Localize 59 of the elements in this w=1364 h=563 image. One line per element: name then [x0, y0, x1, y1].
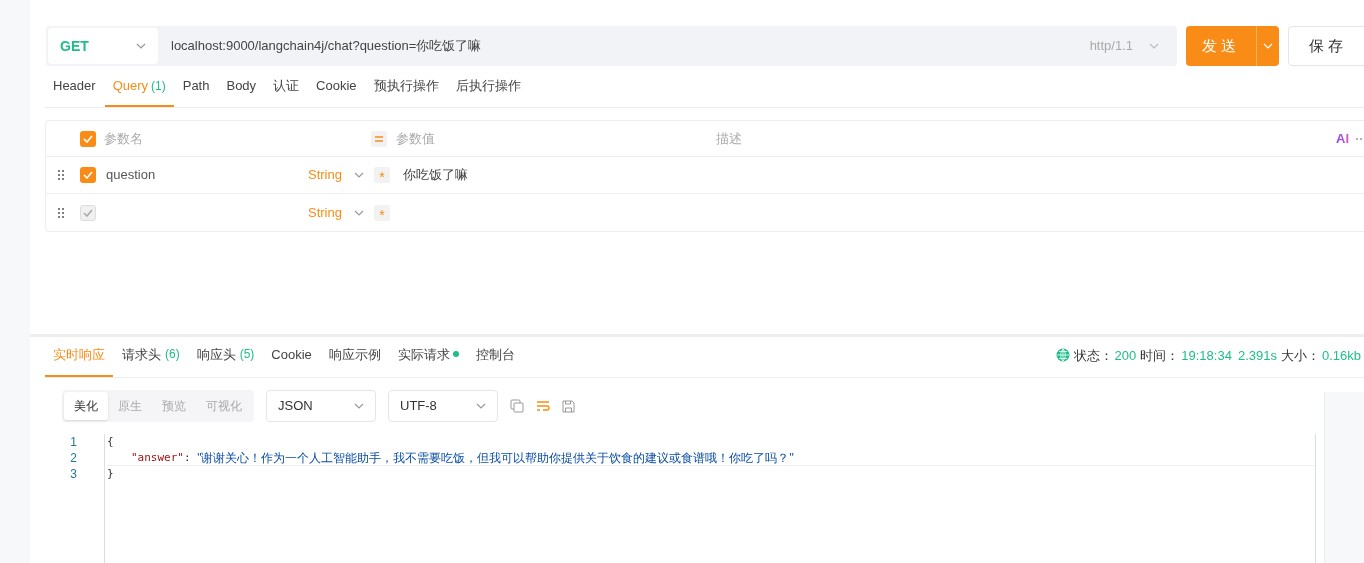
- bulk-edit-icon[interactable]: [371, 130, 387, 147]
- response-tab[interactable]: 请求头 (6): [114, 344, 188, 377]
- checkmark-icon: [83, 208, 93, 217]
- json-punctuation: :: [184, 450, 192, 465]
- drag-handle-icon[interactable]: [57, 170, 65, 180]
- request-tab[interactable]: Cookie: [308, 75, 365, 107]
- chevron-down-icon: [1149, 43, 1159, 49]
- status-code: 200: [1114, 346, 1137, 365]
- save-button[interactable]: 保存: [1288, 26, 1364, 66]
- url-input[interactable]: localhost:9000/langchain4j/chat?question=你吃饭了嘛: [171, 36, 1090, 56]
- chevron-down-icon: [354, 403, 364, 409]
- response-tab[interactable]: 实际请求: [389, 344, 467, 377]
- request-tab[interactable]: 认证: [265, 75, 308, 107]
- code-editor[interactable]: 1 2 3 { "answer": "谢谢关心！作为一个人工智能助手，我不需要吃饭，但我可以帮助你提供关于饮食的建议或食谱哦！你吃了吗？" }: [30, 434, 1316, 563]
- globe-icon: [1055, 348, 1070, 363]
- column-header: 描述: [716, 129, 743, 148]
- json-string: "谢谢关心！作为一个人工智能助手，我不需要吃饭，但我可以帮助你提供关于饮食的建议或食谱哦！你吃了吗？": [197, 450, 794, 465]
- request-tab[interactable]: 预执行操作: [365, 75, 447, 107]
- request-tab[interactable]: Path: [174, 75, 218, 107]
- request-tab[interactable]: Header: [45, 75, 104, 107]
- response-tab[interactable]: 响应头 (5): [188, 344, 263, 377]
- column-header: 参数名: [104, 129, 144, 148]
- view-mode-tab[interactable]: 美化: [64, 392, 108, 420]
- duration-value: 2.391s: [1237, 346, 1277, 365]
- caret-icon: [1263, 43, 1273, 49]
- drag-handle-icon[interactable]: [57, 207, 65, 218]
- json-punctuation: {: [107, 434, 114, 450]
- request-tab[interactable]: Body: [218, 75, 265, 107]
- checkbox[interactable]: [80, 167, 96, 183]
- chevron-down-icon: [353, 209, 364, 216]
- checkmark-icon: [83, 134, 93, 143]
- response-tab[interactable]: 控制台: [467, 344, 523, 377]
- response-tab[interactable]: 响应示例: [320, 344, 389, 377]
- encoding-select[interactable]: UTF-8: [388, 390, 498, 422]
- param-value[interactable]: 你吃饭了嘛: [403, 165, 468, 185]
- wrap-icon[interactable]: [536, 400, 550, 412]
- status-label: 状态：: [1073, 346, 1113, 365]
- json-key: "answer": [131, 450, 184, 465]
- size-value: 0.16kb: [1321, 346, 1361, 365]
- request-tab[interactable]: 后执行操作: [447, 75, 529, 107]
- checkmark-icon: [83, 171, 93, 179]
- line-number: 1: [69, 434, 77, 450]
- checkbox[interactable]: [80, 130, 96, 147]
- time-label: 时间：: [1140, 346, 1180, 365]
- save-icon[interactable]: [562, 399, 575, 413]
- column-header: 参数值: [396, 129, 436, 148]
- chevron-down-icon: [353, 172, 364, 178]
- copy-icon[interactable]: [510, 399, 524, 413]
- format-select[interactable]: JSON: [266, 390, 376, 422]
- line-number: 2: [69, 450, 77, 466]
- json-punctuation: }: [107, 466, 114, 482]
- time-value: 19:18:34: [1181, 346, 1232, 365]
- param-name[interactable]: question: [106, 165, 308, 185]
- response-tab[interactable]: Cookie: [263, 344, 320, 377]
- chevron-down-icon: [136, 43, 146, 49]
- line-number: 3: [69, 466, 77, 482]
- more-icon[interactable]: [1356, 136, 1364, 141]
- chevron-down-icon: [476, 403, 486, 409]
- size-label: 大小：: [1280, 346, 1320, 365]
